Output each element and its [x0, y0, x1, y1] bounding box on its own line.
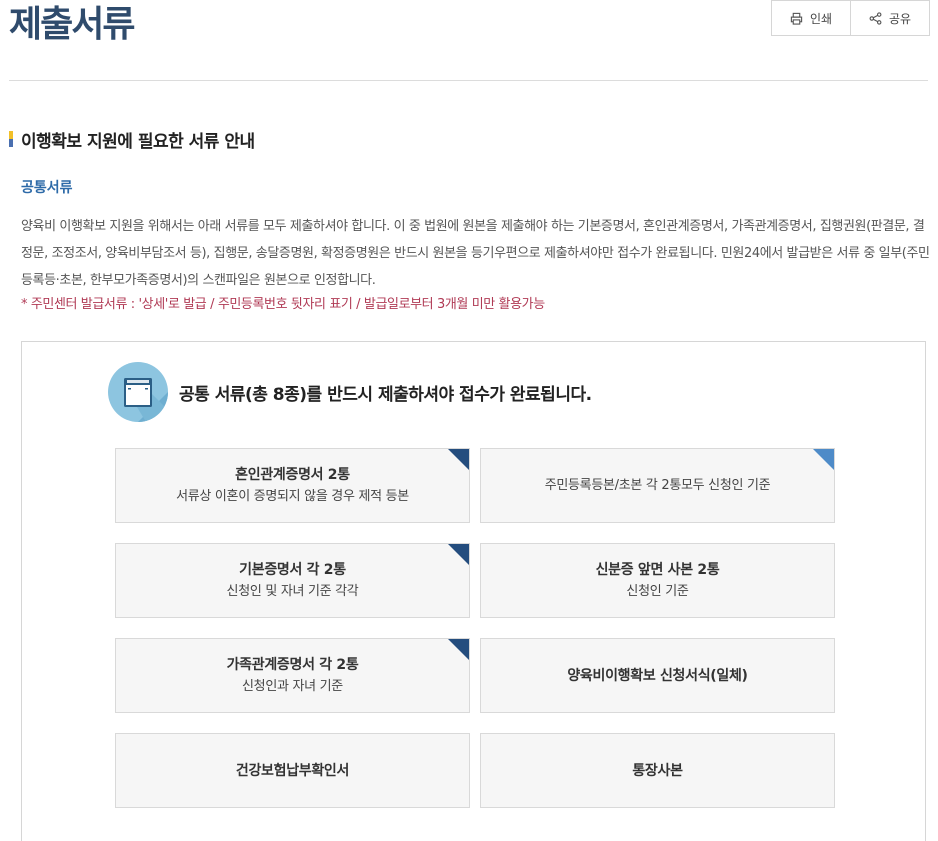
corner-badge-icon [448, 449, 469, 470]
doc-card-title: 양육비이행확보 신청서식(일체) [567, 667, 748, 684]
doc-card-detail: 신청인 기준 [626, 584, 689, 599]
doc-card-family-relation-certificate[interactable]: 가족관계증명서 각 2통 신청인과 자녀 기준 [115, 638, 470, 713]
doc-card-title: 건강보험납부확인서 [235, 762, 350, 779]
doc-card-detail: 주민등록등본/초본 각 2통모두 신청인 기준 [544, 478, 771, 493]
doc-card-title: 가족관계증명서 각 2통 [226, 657, 359, 673]
documents-box-heading: 공통 서류(총 8종)를 반드시 제출하셔야 접수가 완료됩니다. [179, 385, 592, 405]
doc-card-detail: 신청인과 자녀 기준 [242, 679, 343, 694]
share-label: 공유 [888, 11, 912, 26]
page-title: 제출서류 [9, 4, 135, 45]
sub-title: 공통서류 [21, 180, 73, 196]
doc-card-marriage-certificate[interactable]: 혼인관계증명서 2통 서류상 이혼이 증명되지 않을 경우 제적 등본 [115, 448, 470, 523]
corner-badge-icon [813, 449, 834, 470]
corner-badge-icon [448, 544, 469, 565]
doc-card-basic-certificate[interactable]: 기본증명서 각 2통 신청인 및 자녀 기준 각각 [115, 543, 470, 618]
doc-card-bankbook-copy[interactable]: 통장사본 [480, 733, 835, 808]
section-title-text: 이행확보 지원에 필요한 서류 안내 [21, 131, 255, 152]
doc-card-detail: 서류상 이혼이 증명되지 않을 경우 제적 등본 [176, 489, 409, 504]
description: 양육비 이행확보 지원을 위해서는 아래 서류를 모두 제출하셔야 합니다. 이… [21, 219, 930, 288]
doc-card-title: 기본증명서 각 2통 [239, 562, 346, 578]
doc-card-health-insurance[interactable]: 건강보험납부확인서 [115, 733, 470, 808]
section-marker-icon [9, 131, 13, 147]
share-button[interactable]: 공유 [850, 1, 929, 35]
document-tray-icon [108, 362, 168, 422]
corner-badge-icon [448, 639, 469, 660]
doc-card-title: 혼인관계증명서 2통 [235, 467, 350, 483]
printer-icon [790, 12, 803, 25]
doc-card-detail: 신청인 및 자녀 기준 각각 [226, 584, 359, 599]
doc-card-title: 통장사본 [632, 762, 683, 779]
issuance-note: * 주민센터 발급서류 : '상세'로 발급 / 주민등록번호 뒷자리 표기 /… [21, 297, 545, 312]
doc-card-id-copy[interactable]: 신분증 앞면 사본 2통 신청인 기준 [480, 543, 835, 618]
section-title: 이행확보 지원에 필요한 서류 안내 [9, 128, 255, 152]
doc-card-resident-registration[interactable]: 주민등록등본/초본 각 2통모두 신청인 기준 [480, 448, 835, 523]
print-label: 인쇄 [809, 11, 833, 26]
doc-card-title: 신분증 앞면 사본 2통 [595, 562, 720, 578]
title-divider [9, 80, 928, 81]
doc-card-application-forms[interactable]: 양육비이행확보 신청서식(일체) [480, 638, 835, 713]
print-button[interactable]: 인쇄 [772, 1, 850, 35]
share-icon [869, 11, 882, 25]
toolbar: 인쇄 공유 [771, 0, 930, 36]
